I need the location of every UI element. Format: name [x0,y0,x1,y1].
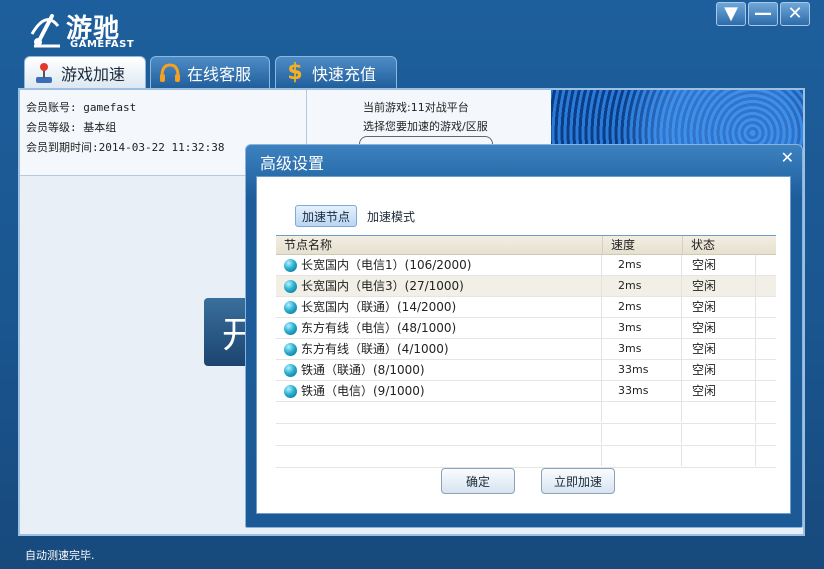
node-name-cell: 东方有线（联通）(4/1000) [276,339,602,359]
member-level: 会员等级: 基本组 [26,121,117,134]
globe-icon [284,321,297,335]
joystick-logo-icon [30,14,60,48]
node-status: 空闲 [682,381,756,401]
node-name-cell: 铁通（电信）(9/1000) [276,381,602,401]
window-controls: ▼ — ✕ [716,2,810,26]
globe-icon [284,300,297,314]
node-speed: 2ms [602,297,682,317]
node-name: 长宽国内（电信3）(27/1000) [301,279,464,293]
member-account: 会员账号: gamefast [26,101,137,114]
empty-table-row [276,446,776,468]
node-name-cell: 长宽国内（联通）(14/2000) [276,297,602,317]
tab-label: 在线客服 [187,64,252,84]
node-name: 长宽国内（联通）(14/2000) [301,300,457,314]
globe-icon [284,258,297,272]
node-name: 长宽国内（电信1）(106/2000) [301,258,472,272]
table-row[interactable]: 铁通（电信）(9/1000) 33ms 空闲 [276,381,776,402]
node-status: 空闲 [682,276,756,296]
node-speed: 3ms [602,339,682,359]
node-table: 节点名称 速度 状态 长宽国内（电信1）(106/2000) 2ms 空闲 长宽国内（… [276,235,776,468]
dialog-title: 高级设置 [260,154,325,173]
node-status: 空闲 [682,339,756,359]
node-name-cell: 东方有线（电信）(48/1000) [276,318,602,338]
dialog-close-icon[interactable]: ✕ [781,148,794,167]
node-speed: 2ms [602,255,682,275]
choose-game-hint: 选择您要加速的游戏/区服 [363,120,488,133]
dollar-icon: $ [287,60,303,85]
headset-icon [159,62,181,84]
node-name-cell: 长宽国内（电信1）(106/2000) [276,255,602,275]
tab-game-accelerate[interactable]: 游戏加速 [24,56,146,88]
node-status: 空闲 [682,297,756,317]
empty-table-row [276,402,776,424]
node-name-cell: 长宽国内（电信3）(27/1000) [276,276,602,296]
tab-label: 快速充值 [312,64,377,84]
tab-accelerate-nodes[interactable]: 加速节点 [295,205,358,227]
globe-icon [284,384,297,398]
table-row[interactable]: 铁通（联通）(8/1000) 33ms 空闲 [276,360,776,381]
globe-icon [284,363,297,377]
accelerate-now-button[interactable]: 立即加速 [541,468,615,494]
dialog-body: 加速节点 加速模式 节点名称 速度 状态 长宽国内（电信1）(106/2000)… [256,176,791,514]
ok-button[interactable]: 确定 [441,468,515,494]
globe-icon [284,342,297,356]
tab-quick-recharge[interactable]: $ 快速充值 [275,56,397,88]
header-speed[interactable]: 速度 [602,236,682,254]
advanced-settings-dialog: 高级设置 ✕ 加速节点 加速模式 节点名称 速度 状态 长宽国内（电信1）(10… [245,144,803,528]
node-status: 空闲 [682,360,756,380]
app-window: 游驰 GAMEFAST ▼ — ✕ 游戏加速 在线客服 $ 快速充值 会员账号:… [0,0,824,569]
node-name: 东方有线（联通）(4/1000) [301,342,449,356]
empty-table-row [276,424,776,446]
table-header: 节点名称 速度 状态 [276,236,776,255]
tab-online-support[interactable]: 在线客服 [150,56,270,88]
node-status: 空闲 [682,255,756,275]
tab-accelerate-mode[interactable]: 加速模式 [361,205,421,227]
table-row[interactable]: 长宽国内（联通）(14/2000) 2ms 空闲 [276,297,776,318]
table-row[interactable]: 长宽国内（电信3）(27/1000) 2ms 空闲 [276,276,776,297]
app-logo: 游驰 GAMEFAST [28,6,138,54]
node-speed: 3ms [602,318,682,338]
table-row[interactable]: 东方有线（联通）(4/1000) 3ms 空闲 [276,339,776,360]
globe-icon [284,279,297,293]
current-game: 当前游戏:11对战平台 [363,101,469,114]
logo-subtitle: GAMEFAST [70,39,135,50]
tab-label: 游戏加速 [61,64,126,84]
joystick-icon [33,62,55,84]
node-name-cell: 铁通（联通）(8/1000) [276,360,602,380]
node-name: 铁通（电信）(9/1000) [301,384,425,398]
node-status: 空闲 [682,318,756,338]
table-row[interactable]: 东方有线（电信）(48/1000) 3ms 空闲 [276,318,776,339]
header-node-name[interactable]: 节点名称 [276,236,602,254]
node-speed: 33ms [602,360,682,380]
node-speed: 2ms [602,276,682,296]
status-text: 自动测速完毕. [25,549,95,562]
table-body: 长宽国内（电信1）(106/2000) 2ms 空闲 长宽国内（电信3）(27/100… [276,255,776,468]
node-speed: 33ms [602,381,682,401]
close-button[interactable]: ✕ [780,2,810,26]
minimize-button[interactable]: — [748,2,778,26]
node-name: 东方有线（电信）(48/1000) [301,321,457,335]
table-row[interactable]: 长宽国内（电信1）(106/2000) 2ms 空闲 [276,255,776,276]
header-status[interactable]: 状态 [682,236,756,254]
dropdown-menu-button[interactable]: ▼ [716,2,746,26]
node-name: 铁通（联通）(8/1000) [301,363,425,377]
